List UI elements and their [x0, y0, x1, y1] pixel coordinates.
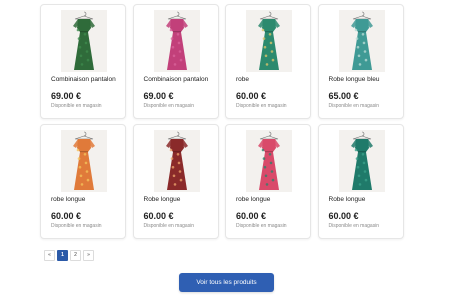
product-image[interactable] — [338, 10, 385, 72]
product-name[interactable]: Combinaison pantalon — [51, 76, 116, 83]
product-availability: Disponible en magasin — [236, 223, 287, 229]
product-image[interactable] — [246, 10, 292, 72]
product-image[interactable] — [61, 10, 107, 72]
product-availability: Disponible en magasin — [143, 103, 195, 109]
product-card[interactable]: robe longue 60.00 € Disponible en magasi… — [40, 124, 126, 239]
product-name[interactable]: Combinaison pantalon — [144, 76, 209, 83]
product-card[interactable]: Robe longue 60.00 € Disponible en magasi… — [132, 124, 219, 239]
product-availability: Disponible en magasin — [143, 223, 195, 229]
dress-icon — [258, 11, 280, 70]
product-name[interactable]: robe longue — [51, 196, 85, 203]
dress-icon — [350, 131, 373, 190]
product-price: 60.00 € — [143, 211, 174, 221]
dress-icon — [165, 11, 188, 70]
product-price: 69.00 € — [143, 91, 174, 101]
product-name[interactable]: robe — [236, 76, 249, 83]
product-card[interactable]: Combinaison pantalon 69.00 € Disponible … — [40, 4, 126, 119]
product-image[interactable] — [246, 130, 292, 192]
product-price: 60.00 € — [236, 211, 267, 221]
product-availability: Disponible en magasin — [236, 103, 287, 109]
product-image[interactable] — [153, 10, 200, 72]
product-name[interactable]: Robe longue — [329, 196, 366, 203]
view-all-products-button[interactable]: Voir tous les produits — [179, 273, 274, 292]
product-name[interactable]: Robe longue — [144, 196, 181, 203]
product-price: 60.00 € — [51, 211, 82, 221]
product-card[interactable]: Combinaison pantalon 69.00 € Disponible … — [132, 4, 219, 119]
product-price: 60.00 € — [236, 91, 267, 101]
product-availability: Disponible en magasin — [328, 223, 380, 229]
pagination-next[interactable]: » — [83, 250, 94, 261]
dress-icon — [73, 11, 95, 70]
product-card[interactable]: robe 60.00 € Disponible en magasin — [225, 4, 311, 119]
pagination-page-2[interactable]: 2 — [70, 250, 81, 261]
dress-icon — [258, 131, 280, 190]
product-card[interactable]: Robe longue 60.00 € Disponible en magasi… — [317, 124, 404, 239]
pagination-page-1[interactable]: 1 — [57, 250, 68, 261]
product-image[interactable] — [61, 130, 107, 192]
product-card[interactable]: robe longue 60.00 € Disponible en magasi… — [225, 124, 311, 239]
product-card[interactable]: Robe longue bleu 65.00 € Disponible en m… — [317, 4, 404, 119]
pagination: « 1 2 » — [44, 250, 94, 261]
dress-icon — [73, 131, 95, 190]
product-image[interactable] — [153, 130, 200, 192]
dress-icon — [350, 11, 373, 70]
product-availability: Disponible en magasin — [51, 103, 102, 109]
dress-icon — [165, 131, 188, 190]
product-name[interactable]: robe longue — [236, 196, 270, 203]
product-availability: Disponible en magasin — [51, 223, 102, 229]
product-name[interactable]: Robe longue bleu — [329, 76, 380, 83]
product-price: 65.00 € — [328, 91, 359, 101]
product-grid: Combinaison pantalon 69.00 € Disponible … — [40, 4, 406, 239]
pagination-prev[interactable]: « — [44, 250, 55, 261]
product-availability: Disponible en magasin — [328, 103, 380, 109]
product-price: 60.00 € — [328, 211, 359, 221]
product-price: 69.00 € — [51, 91, 82, 101]
product-image[interactable] — [338, 130, 385, 192]
